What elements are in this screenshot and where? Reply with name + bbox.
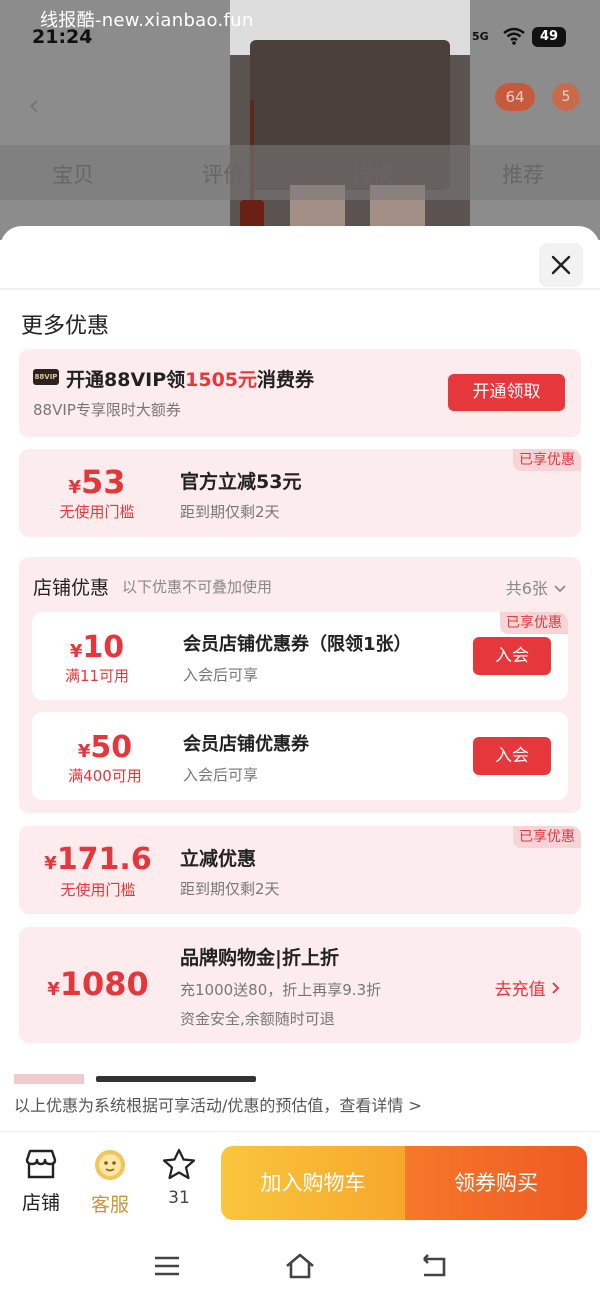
service-icon: [95, 1150, 125, 1180]
close-icon: [551, 255, 571, 275]
vip-badge-icon: 88VIP: [33, 369, 59, 385]
coupon-threshold: 满400可用: [68, 767, 142, 785]
coupon-title: 会员店铺优惠券: [183, 734, 309, 755]
divider: [0, 288, 600, 290]
shop-label: 店铺: [21, 1192, 60, 1214]
shop-section-note: 以下优惠不可叠加使用: [122, 578, 273, 596]
estimate-disclaimer-link[interactable]: 以上优惠为系统根据可享活动/优惠的预估值，查看详情 >: [14, 1092, 422, 1116]
signal-icon: 5G: [472, 30, 489, 43]
coupon-title: 官方立减53元: [180, 471, 302, 493]
status-bar: 21:24 5G 49: [0, 26, 600, 52]
coupon-title: 会员店铺优惠券（限领1张）: [183, 634, 412, 655]
back-nav-icon[interactable]: [418, 1251, 448, 1281]
shop-button[interactable]: 店铺: [11, 1148, 71, 1215]
chevron-right-icon: [552, 982, 560, 994]
home-icon[interactable]: [284, 1251, 316, 1281]
coupon-amount: ¥53: [68, 463, 126, 501]
coupon-amount: ¥171.6: [44, 842, 152, 877]
official-discount-card: 已享优惠 ¥53 无使用门槛 官方立减53元 距到期仅剩2天: [19, 449, 581, 537]
vip-card[interactable]: 88VIP 开通88VIP领1505元消费券 88VIP专享限时大额券 开通领取: [19, 349, 581, 437]
tab-details[interactable]: 详情: [352, 159, 394, 189]
service-label: 客服: [90, 1194, 129, 1216]
coupon-amount: ¥50: [77, 730, 133, 765]
more-count-badge[interactable]: 5: [552, 83, 580, 111]
tab-recommend[interactable]: 推荐: [502, 159, 544, 189]
add-to-cart-button[interactable]: 加入购物车: [221, 1146, 405, 1220]
enjoyed-tag: 已享优惠: [500, 612, 568, 634]
credit-amount: ¥1080: [47, 965, 149, 1003]
join-member-button[interactable]: 入会: [473, 637, 551, 675]
tab-baobei[interactable]: 宝贝: [52, 159, 94, 189]
customer-service-button[interactable]: 客服: [80, 1148, 140, 1217]
star-icon: [162, 1148, 196, 1180]
coupon-subtitle: 距到期仅剩2天: [180, 880, 280, 898]
tab-reviews[interactable]: 评价: [202, 159, 244, 189]
vip-subtitle: 88VIP专享限时大额券: [33, 401, 181, 419]
favorite-count: 31: [168, 1188, 190, 1208]
battery-icon: 49: [532, 27, 566, 47]
claim-and-buy-button[interactable]: 领券购买: [405, 1146, 587, 1220]
join-member-button[interactable]: 入会: [473, 737, 551, 775]
open-vip-button[interactable]: 开通领取: [448, 374, 565, 411]
shop-section-title: 店铺优惠: [33, 577, 110, 599]
close-button[interactable]: [539, 243, 583, 287]
credit-title: 品牌购物金|折上折: [180, 947, 339, 969]
enjoyed-tag: 已享优惠: [513, 826, 581, 848]
coupon-amount: ¥10: [69, 630, 125, 665]
vip-amount: 1505元: [185, 369, 258, 391]
recharge-link[interactable]: 去充值: [495, 975, 561, 1000]
shop-coupon-section: 店铺优惠 以下优惠不可叠加使用 共6张 已享优惠 ¥10 满11可用 会员店铺优…: [19, 557, 581, 813]
coupon-threshold: 满11可用: [64, 667, 130, 685]
vip-title: 开通88VIP领1505元消费券: [66, 369, 315, 391]
background-tabs: 宝贝 评价 详情 推荐: [0, 145, 600, 200]
shop-coupon-card: 已享优惠 ¥10 满11可用 会员店铺优惠券（限领1张） 入会后可享 入会: [32, 612, 568, 700]
credit-line2: 资金安全,余额随时可退: [180, 1010, 335, 1028]
shop-coupon-count[interactable]: 共6张: [506, 575, 567, 599]
coupon-subtitle: 入会后可享: [183, 666, 259, 684]
sheet-title: 更多优惠: [21, 314, 110, 339]
shop-coupon-card: ¥50 满400可用 会员店铺优惠券 入会后可享 入会: [32, 712, 568, 800]
menu-icon[interactable]: [152, 1251, 182, 1281]
enjoyed-tag: 已享优惠: [513, 449, 581, 471]
wifi-icon: [502, 26, 526, 51]
coupon-title: 立减优惠: [180, 848, 257, 870]
action-bar: 店铺 客服 31 加入购物车 领券购买: [0, 1131, 600, 1231]
shop-icon: [25, 1149, 57, 1179]
coupon-subtitle: 距到期仅剩2天: [180, 503, 280, 521]
status-time: 21:24: [32, 26, 93, 48]
coupon-threshold: 无使用门槛: [60, 881, 136, 899]
system-nav-bar: [0, 1231, 600, 1302]
coupon-threshold: 无使用门槛: [59, 503, 135, 521]
background-page: 线报酷-new.xianbao.fun 21:24 5G 49 ‹ 64 5 宝…: [0, 0, 600, 240]
cart-count-badge[interactable]: 64: [495, 83, 535, 111]
brand-credit-card[interactable]: ¥1080 品牌购物金|折上折 充1000送80，折上再享9.3折 资金安全,余…: [19, 927, 581, 1043]
chevron-down-icon: [554, 585, 566, 593]
coupon-subtitle: 入会后可享: [183, 766, 259, 784]
back-icon[interactable]: ‹: [28, 88, 40, 123]
partially-visible-row: [14, 1074, 584, 1084]
credit-line1: 充1000送80，折上再享9.3折: [180, 981, 382, 999]
instant-discount-card: 已享优惠 ¥171.6 无使用门槛 立减优惠 距到期仅剩2天: [19, 826, 581, 914]
favorite-button[interactable]: 31: [149, 1148, 209, 1208]
